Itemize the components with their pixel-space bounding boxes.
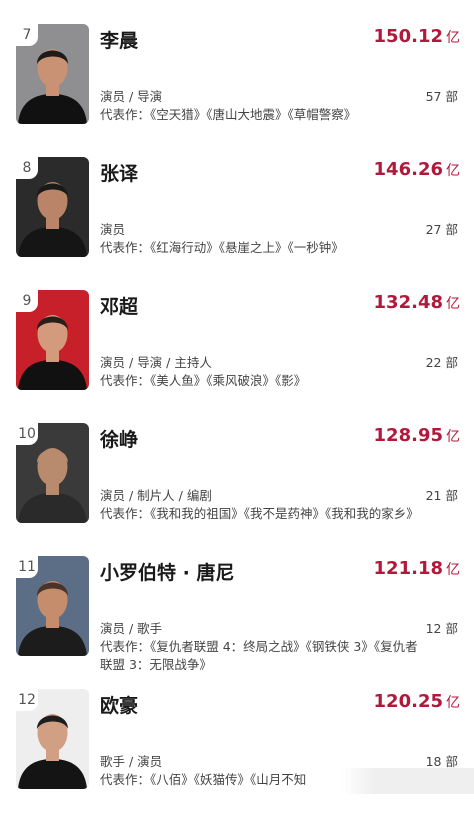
rank-badge: 10 (16, 423, 38, 445)
box-office-value: 128.95 (373, 425, 443, 446)
box-office: 120.25 亿 (374, 691, 460, 712)
box-office: 150.12 亿 (374, 26, 460, 47)
list-item[interactable]: 10 徐峥 128.95 亿 演员 / 制片人 / 编剧 21 部 代表作：《我和… (0, 423, 474, 548)
actor-roles: 演员 (100, 222, 126, 237)
box-office-value: 121.18 (373, 558, 443, 579)
actor-name[interactable]: 徐峥 (100, 425, 138, 452)
film-count: 27 部 (425, 222, 458, 237)
rank-badge: 12 (16, 689, 38, 711)
representative-works: 代表作：《复仇者联盟 4：终局之战》《钢铁侠 3》《复仇者联盟 3：无限战争》 (100, 639, 418, 672)
actor-name[interactable]: 张译 (100, 159, 138, 186)
list-item[interactable]: 9 邓超 132.48 亿 演员 / 导演 / 主持人 22 部 代表作：《美人鱼… (0, 290, 474, 415)
list-item[interactable]: 11 小罗伯特 · 唐尼 121.18 亿 演员 / 歌手 12 部 代表作：《复… (0, 556, 474, 681)
representative-works: 代表作：《美人鱼》《乘风破浪》《影》 (100, 373, 307, 388)
rank-badge: 11 (16, 556, 38, 578)
representative-works: 代表作：《空天猎》《唐山大地震》《草帽警察》 (100, 107, 357, 122)
list-item[interactable]: 12 欧豪 120.25 亿 歌手 / 演员 18 部 代表作：《八佰》《妖猫传》… (0, 689, 474, 814)
box-office-value: 146.26 (373, 159, 443, 180)
box-office: 121.18 亿 (374, 558, 460, 579)
box-office-unit: 亿 (446, 695, 460, 711)
actor-name[interactable]: 小罗伯特 · 唐尼 (100, 558, 234, 585)
actor-name[interactable]: 欧豪 (100, 691, 138, 718)
rank-badge: 7 (16, 24, 38, 46)
box-office-unit: 亿 (446, 429, 460, 445)
actor-name[interactable]: 李晨 (100, 26, 138, 53)
film-count: 57 部 (425, 89, 458, 104)
box-office-value: 120.25 (373, 691, 443, 712)
box-office-unit: 亿 (446, 163, 460, 179)
box-office-unit: 亿 (446, 296, 460, 312)
box-office-value: 150.12 (373, 26, 443, 47)
rank-badge: 8 (16, 157, 38, 179)
actor-name[interactable]: 邓超 (100, 292, 138, 319)
film-count: 21 部 (425, 488, 458, 503)
blurred-overlay (342, 768, 474, 794)
box-office: 132.48 亿 (374, 292, 460, 313)
actor-roles: 演员 / 歌手 (100, 621, 163, 636)
film-count: 22 部 (425, 355, 458, 370)
box-office-unit: 亿 (446, 562, 460, 578)
actor-roles: 演员 / 导演 (100, 89, 163, 104)
box-office: 146.26 亿 (374, 159, 460, 180)
representative-works: 代表作：《我和我的祖国》《我不是药神》《我和我的家乡》 (100, 506, 419, 521)
representative-works: 代表作：《红海行动》《悬崖之上》《一秒钟》 (100, 240, 344, 255)
list-item[interactable]: 7 李晨 150.12 亿 演员 / 导演 57 部 代表作：《空天猎》《唐山大地… (0, 24, 474, 149)
box-office: 128.95 亿 (374, 425, 460, 446)
rank-badge: 9 (16, 290, 38, 312)
box-office-value: 132.48 (373, 292, 443, 313)
film-count: 12 部 (425, 621, 458, 636)
actor-roles: 歌手 / 演员 (100, 754, 163, 769)
actor-roles: 演员 / 制片人 / 编剧 (100, 488, 212, 503)
actor-roles: 演员 / 导演 / 主持人 (100, 355, 212, 370)
box-office-unit: 亿 (446, 30, 460, 46)
ranking-list: 7 李晨 150.12 亿 演员 / 导演 57 部 代表作：《空天猎》《唐山大地… (0, 0, 474, 794)
list-item[interactable]: 8 张译 146.26 亿 演员 27 部 代表作：《红海行动》《悬崖之上》《一秒… (0, 157, 474, 282)
